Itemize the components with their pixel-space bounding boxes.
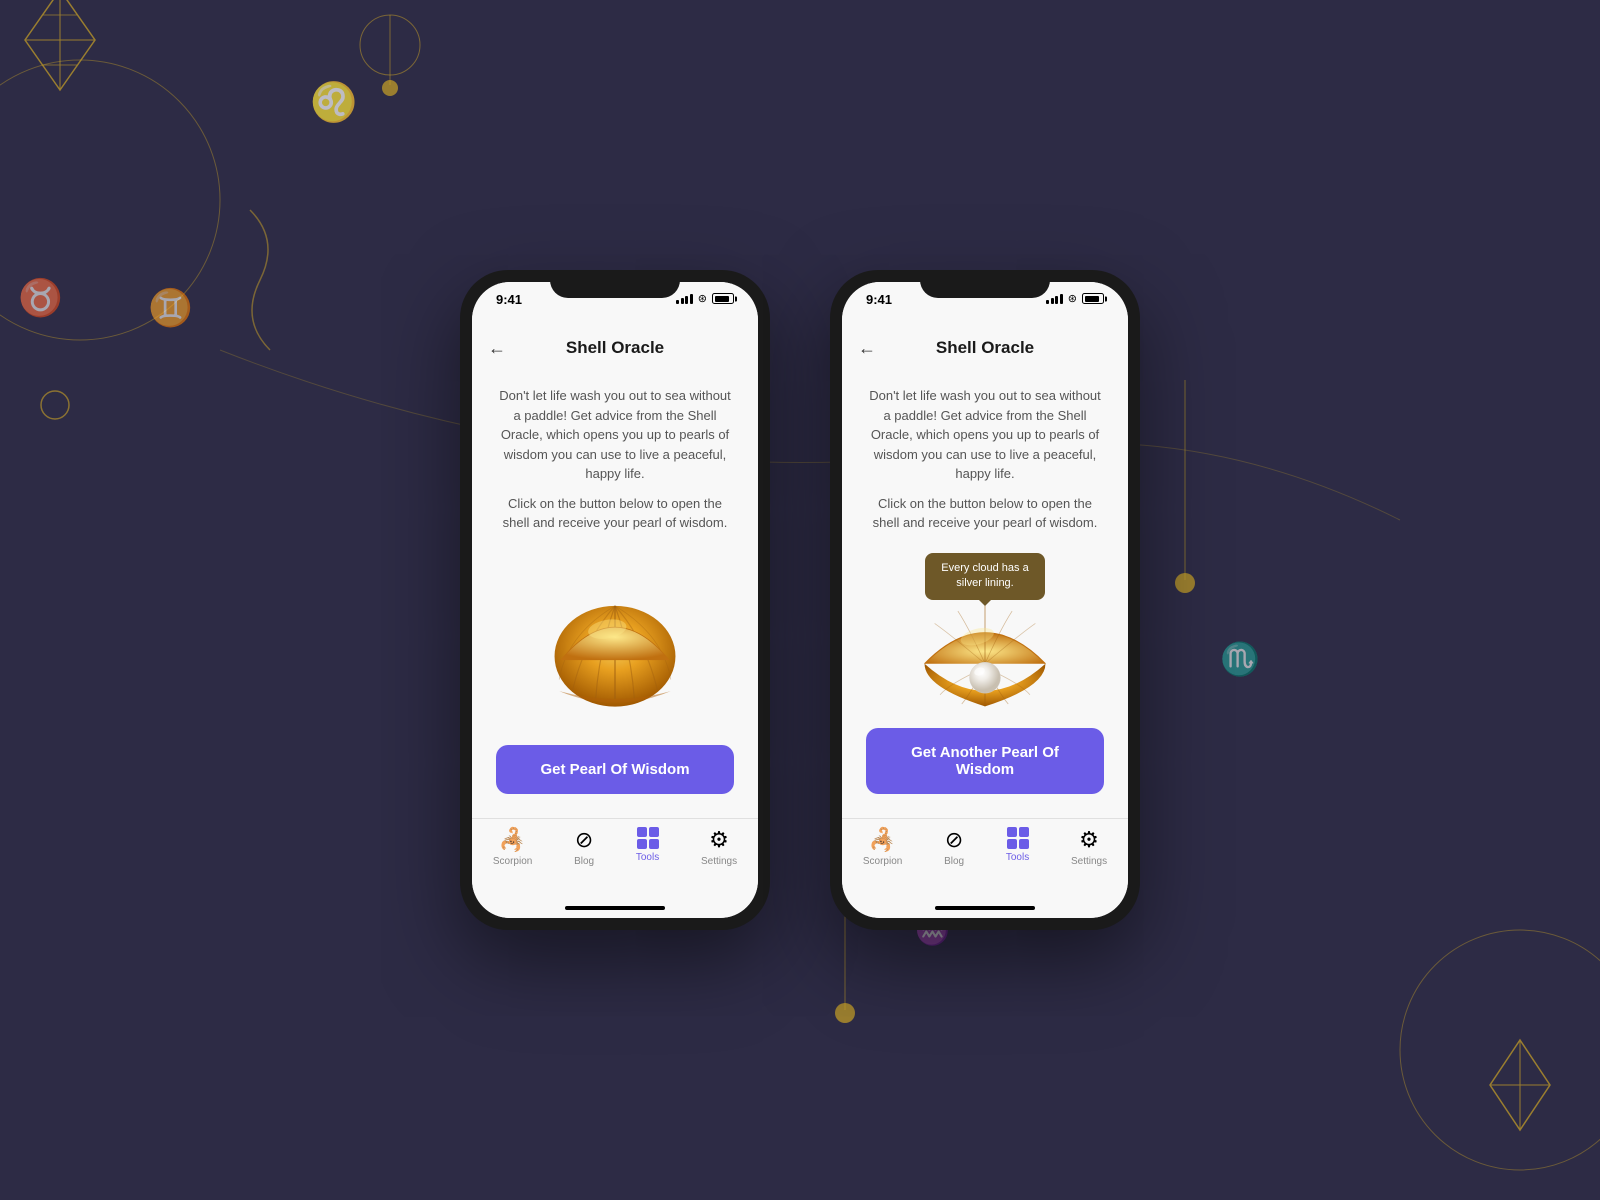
shell-container-right: Every cloud has a silver lining. <box>866 553 1104 729</box>
signal-bar-1 <box>676 300 679 304</box>
home-indicator-right <box>842 898 1128 918</box>
phone-right: 9:41 ⊛ ← Shell Oracle <box>830 270 1140 930</box>
signal-bar-2 <box>681 298 684 304</box>
scorpion-icon-right: 🦂 <box>869 827 896 853</box>
open-shell-wrapper: Every cloud has a silver lining. <box>905 563 1065 718</box>
phones-container: 9:41 ⊛ ← Shell Oracle <box>460 270 1140 930</box>
scorpion-icon-left: 🦂 <box>499 827 526 853</box>
signal-bar-4 <box>690 294 693 304</box>
battery-icon-left <box>712 293 734 304</box>
closed-shell-icon <box>535 571 695 726</box>
content-area-right: Don't let life wash you out to sea witho… <box>842 370 1128 818</box>
home-bar-right <box>935 906 1035 910</box>
signal-bars-left <box>676 294 693 304</box>
phone-inner-right: 9:41 ⊛ ← Shell Oracle <box>842 282 1128 918</box>
battery-fill-right <box>1085 296 1099 302</box>
svg-text:♌: ♌ <box>310 80 357 124</box>
signal-bar-3 <box>685 296 688 304</box>
description-right: Don't let life wash you out to sea witho… <box>866 386 1104 484</box>
tab-scorpion-label-left: Scorpion <box>493 856 532 867</box>
blog-icon-left: ⊘ <box>575 827 593 853</box>
tab-settings-left[interactable]: ⚙ Settings <box>701 827 737 867</box>
tab-blog-label-right: Blog <box>944 856 964 867</box>
home-indicator-left <box>472 898 758 918</box>
tab-tools-right[interactable]: Tools <box>1006 827 1029 863</box>
nav-header-right: ← Shell Oracle <box>842 326 1128 370</box>
back-button-left[interactable]: ← <box>488 338 506 359</box>
battery-icon-right <box>1082 293 1104 304</box>
tools-icon-left <box>637 827 659 849</box>
tab-settings-right[interactable]: ⚙ Settings <box>1071 827 1107 867</box>
content-area-left: Don't let life wash you out to sea witho… <box>472 370 758 818</box>
signal-bars-right <box>1046 294 1063 304</box>
back-button-right[interactable]: ← <box>858 338 876 359</box>
svg-text:♊: ♊ <box>148 287 193 328</box>
signal-bar-r1 <box>1046 300 1049 304</box>
svg-text:♏: ♏ <box>1220 641 1260 677</box>
page-title-left: Shell Oracle <box>566 338 664 358</box>
settings-icon-right: ⚙ <box>1079 827 1099 853</box>
blog-icon-right: ⊘ <box>945 827 963 853</box>
tab-scorpion-right[interactable]: 🦂 Scorpion <box>863 827 902 867</box>
svg-text:♉: ♉ <box>18 277 63 318</box>
get-pearl-button-left[interactable]: Get Pearl Of Wisdom <box>496 745 734 794</box>
nav-header-left: ← Shell Oracle <box>472 326 758 370</box>
tab-blog-label-left: Blog <box>574 856 594 867</box>
status-icons-right: ⊛ <box>1046 292 1104 305</box>
tab-tools-label-left: Tools <box>636 852 659 863</box>
home-bar-left <box>565 906 665 910</box>
instruction-right: Click on the button below to open the sh… <box>866 494 1104 533</box>
tab-blog-left[interactable]: ⊘ Blog <box>574 827 594 867</box>
page-title-right: Shell Oracle <box>936 338 1034 358</box>
signal-bar-r2 <box>1051 298 1054 304</box>
wifi-icon-left: ⊛ <box>698 292 707 305</box>
notch-right <box>920 270 1050 298</box>
phone-left: 9:41 ⊛ ← Shell Oracle <box>460 270 770 930</box>
tab-settings-label-left: Settings <box>701 856 737 867</box>
tab-settings-label-right: Settings <box>1071 856 1107 867</box>
status-icons-left: ⊛ <box>676 292 734 305</box>
signal-bar-r3 <box>1055 296 1058 304</box>
shell-container-left <box>496 553 734 746</box>
tab-scorpion-label-right: Scorpion <box>863 856 902 867</box>
wisdom-tooltip: Every cloud has a silver lining. <box>925 553 1045 600</box>
settings-icon-left: ⚙ <box>709 827 729 853</box>
instruction-left: Click on the button below to open the sh… <box>496 494 734 533</box>
tab-bar-right: 🦂 Scorpion ⊘ Blog Tools ⚙ Settings <box>842 818 1128 898</box>
wifi-icon-right: ⊛ <box>1068 292 1077 305</box>
tab-tools-left[interactable]: Tools <box>636 827 659 863</box>
phone-inner-left: 9:41 ⊛ ← Shell Oracle <box>472 282 758 918</box>
battery-fill-left <box>715 296 729 302</box>
tab-scorpion-left[interactable]: 🦂 Scorpion <box>493 827 532 867</box>
status-time-right: 9:41 <box>866 292 892 307</box>
signal-bar-r4 <box>1060 294 1063 304</box>
tab-bar-left: 🦂 Scorpion ⊘ Blog Tools ⚙ Settings <box>472 818 758 898</box>
tools-icon-right <box>1007 827 1029 849</box>
notch-left <box>550 270 680 298</box>
status-time-left: 9:41 <box>496 292 522 307</box>
description-left: Don't let life wash you out to sea witho… <box>496 386 734 484</box>
get-another-pearl-button-right[interactable]: Get Another Pearl Of Wisdom <box>866 728 1104 794</box>
tab-blog-right[interactable]: ⊘ Blog <box>944 827 964 867</box>
tab-tools-label-right: Tools <box>1006 852 1029 863</box>
